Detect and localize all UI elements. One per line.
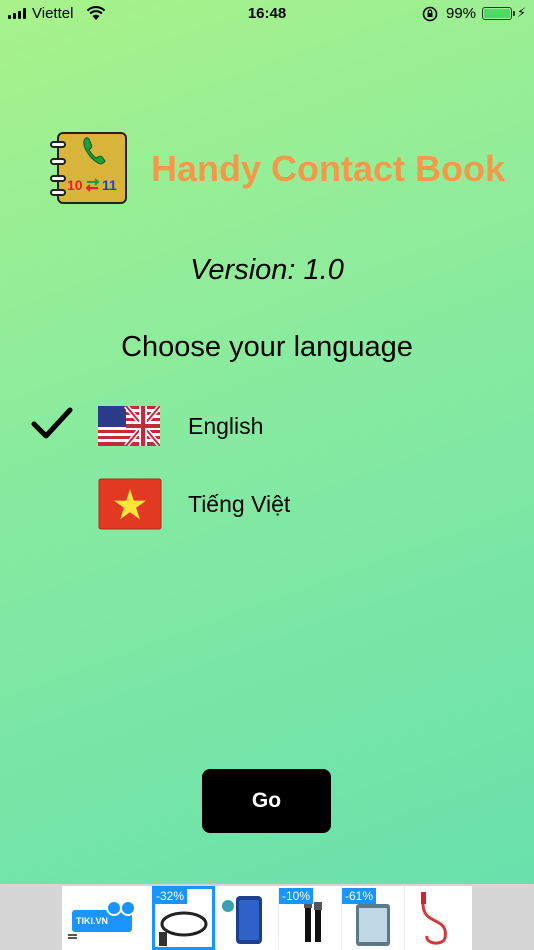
status-bar: Viettel 16:48 99% ⚡ [0, 0, 534, 30]
language-label-vietnamese: Tiếng Việt [188, 491, 291, 517]
icon-number-right: 11 [102, 177, 117, 193]
ad-menu-icon[interactable] [68, 934, 77, 936]
smartphone-icon [222, 896, 262, 944]
go-button[interactable]: Go [202, 769, 331, 833]
ad-product-red-cable[interactable] [404, 886, 467, 950]
red-cable-icon [421, 892, 447, 945]
checkmark-icon [31, 407, 73, 439]
ad-content[interactable]: TIKI.VN -32% -10% -61% [62, 886, 472, 950]
discount-badge: -61% [342, 888, 377, 904]
ad-product-phone-2[interactable]: -61% [341, 886, 404, 950]
discount-badge: -32% [153, 888, 188, 904]
discount-badge: -10% [279, 888, 314, 904]
charging-icon: ⚡ [517, 5, 527, 20]
contact-book-icon: 10 11 [50, 132, 127, 204]
language-label-english: English [188, 413, 264, 439]
vietnam-flag-icon [98, 478, 162, 530]
ad-product-cable[interactable]: -32% [152, 886, 215, 950]
uk-flag-icon [98, 406, 160, 446]
battery-percent: 99% [446, 5, 477, 22]
ad-brand-logo[interactable]: TIKI.VN [62, 886, 152, 950]
version-label: Version: 1.0 [190, 254, 344, 286]
icon-number-left: 10 [67, 177, 83, 193]
battery-icon [482, 7, 515, 20]
app-title: Handy Contact Book [151, 148, 506, 189]
ad-product-usb-cable[interactable]: -10% [278, 886, 341, 950]
rotation-lock-icon [422, 6, 438, 22]
language-option-vietnamese[interactable]: Tiếng Việt [0, 474, 534, 534]
language-option-english[interactable]: English [0, 396, 534, 456]
tiki-mascot-icon [120, 900, 136, 916]
language-prompt: Choose your language [121, 331, 413, 363]
ad-banner[interactable]: TIKI.VN -32% -10% -61% [0, 884, 534, 950]
ad-product-phone[interactable] [215, 886, 278, 950]
